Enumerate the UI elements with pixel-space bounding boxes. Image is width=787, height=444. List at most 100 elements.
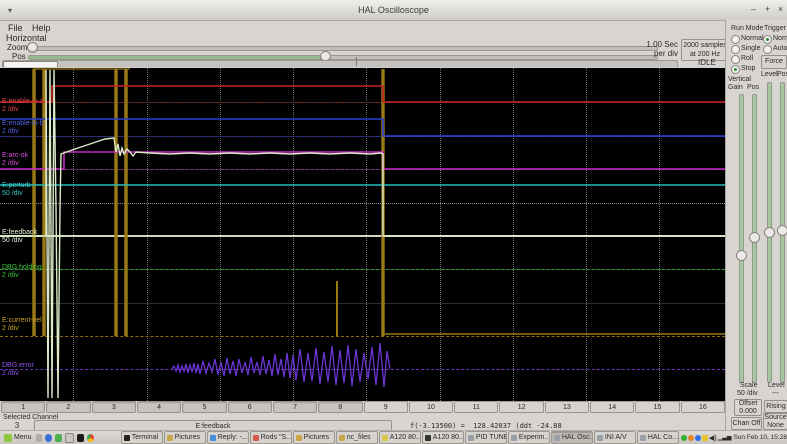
window-label: nc_files [346,434,371,441]
taskbar-window-nc-files[interactable]: nc_files [335,431,378,444]
chan-off-button[interactable]: Chan Off [731,417,762,430]
maximize-icon[interactable]: + [762,4,773,14]
update-icon[interactable] [680,434,687,441]
channel-button-10[interactable]: 10 [408,401,454,413]
gain-slider-thumb[interactable] [736,250,747,261]
channel-button-12[interactable]: 12 [499,401,544,413]
run-mode-single-radio[interactable] [731,45,740,54]
run-mode-single-label: Single [741,45,761,52]
window-label: PID TUNE [475,434,507,441]
channel-button-5[interactable]: 5 [182,401,227,413]
window-label: Terminal [131,434,159,441]
bluetooth-icon[interactable] [694,434,701,441]
taskbar-window-rods[interactable]: Rods "S... [249,431,292,444]
close-icon[interactable]: × [775,4,786,14]
menu-file[interactable]: File [8,23,23,33]
window-icon [553,434,560,441]
channel-label-feedback: E:feedback 50 /div [2,229,37,245]
trigger-normal-radio[interactable] [763,35,772,44]
display-icon[interactable] [55,433,63,442]
taskbar-window-experim[interactable]: Experim... [507,431,550,444]
channel-button-9[interactable]: 9 [363,401,408,413]
time-per-div-value: 1.00 Sec [646,40,678,49]
window-label: HAL Co... [647,434,678,441]
zoom-slider-track[interactable] [28,46,658,51]
channel-button-1[interactable]: 1 [1,401,46,413]
channel-button-14[interactable]: 14 [590,401,635,413]
minimize-icon[interactable]: – [748,4,759,14]
taskbar-window-ini[interactable]: INI A/V [593,431,636,444]
channel-button-11[interactable]: 11 [454,401,499,413]
taskbar-window-a120-1[interactable]: A120 80... [378,431,421,444]
force-button[interactable]: Force [761,55,787,69]
taskbar-clock: Sun Feb 10, 15:28 [733,434,787,441]
taskbar-window-terminal[interactable]: Terminal [120,431,163,444]
trigger-auto-label: Auto [773,45,787,52]
run-mode-roll-radio[interactable] [731,55,740,64]
channel-label-error: DBG:error 2 /div [2,362,34,378]
trigger-auto-radio[interactable] [763,45,772,54]
channel-button-2[interactable]: 2 [46,401,91,413]
window-icon [596,434,603,441]
vertical-pos-slider-thumb[interactable] [749,232,760,243]
channel-label-enable-in-b: E:enable-in-b 2 /div [2,120,44,136]
channel-button-6[interactable]: 6 [227,401,272,413]
window-icon [467,434,474,441]
offset-value: 0.000 [739,407,757,415]
notification-icon[interactable] [687,434,694,441]
zoom-slider-label: Zoom [7,43,28,52]
window-label: Experim... [518,434,550,441]
window-label: A120 80... [432,434,464,441]
channel-label-enable-in-a: E:enable-in-a 2 /div [2,98,44,114]
channel-name: DBG:holding [2,264,42,271]
chrome-icon[interactable] [86,433,94,442]
vertical-gain-label: Gain [728,84,743,91]
channel-button-3[interactable]: 3 [91,401,136,413]
rising-button[interactable]: Rising [764,400,787,413]
channel-label-perturb: E:perturb 50 /div [2,182,31,198]
channel-button-7[interactable]: 7 [272,401,318,413]
acquisition-status: IDLE [698,58,716,67]
channel-button-16[interactable]: 16 [680,401,725,413]
trigger-normal-label: Normal [773,35,787,42]
channel-label-current-vel: E:current-vel 2 /div [2,317,42,333]
channel-scale: 2 /div [2,370,19,377]
signal-icon[interactable]: ▁▃▅ [718,434,732,441]
browser-globe-icon[interactable] [45,433,53,442]
run-mode-stop-radio[interactable] [731,65,740,74]
zoom-slider-thumb[interactable] [27,42,38,53]
arc-ok-trace [0,151,725,170]
source-button[interactable]: Source None [763,413,787,430]
pencil-icon[interactable] [35,433,43,442]
run-mode-roll-label: Roll [741,55,754,62]
trigger-pos-slider-thumb[interactable] [777,225,787,236]
gain-slider-track[interactable] [739,94,744,383]
taskbar-window-hal-co[interactable]: HAL Co... [636,431,679,444]
network-icon[interactable] [701,434,708,441]
run-mode-normal-radio[interactable] [731,35,740,44]
channel-name: DBG:error [2,362,34,369]
file-manager-icon[interactable] [65,432,74,443]
volume-icon[interactable]: ◀) [709,434,717,442]
taskbar-window-pictures-1[interactable]: Pictures [163,431,206,444]
channel-button-8[interactable]: 8 [318,401,363,413]
menu-label: Menu [14,434,32,441]
taskbar-window-pid-tune[interactable]: PID TUNE [464,431,507,444]
channel-scale: 50 /div [2,190,23,197]
taskbar-window-a120-2[interactable]: A120 80... [421,431,464,444]
scope-display[interactable]: E:enable-in-a 2 /div E:enable-in-b 2 /di… [0,67,725,401]
terminal-icon[interactable] [76,433,84,442]
channel-button-15[interactable]: 15 [635,401,680,413]
channel-button-4[interactable]: 4 [136,401,182,413]
menu-help[interactable]: Help [32,23,51,33]
taskbar-menu-button[interactable]: Menu [0,431,36,444]
window-icon [123,434,130,441]
channel-button-13[interactable]: 13 [544,401,590,413]
horizontal-section-label: Horizontal [6,33,47,43]
trigger-level-slider-thumb[interactable] [764,227,775,238]
taskbar-window-reply[interactable]: Reply: -... [206,431,249,444]
window-icon [295,434,302,441]
offset-button[interactable]: Offset 0.000 [734,399,762,416]
taskbar-window-hal-osc[interactable]: HAL Osc... [550,431,593,444]
taskbar-window-pictures-2[interactable]: Pictures [292,431,335,444]
